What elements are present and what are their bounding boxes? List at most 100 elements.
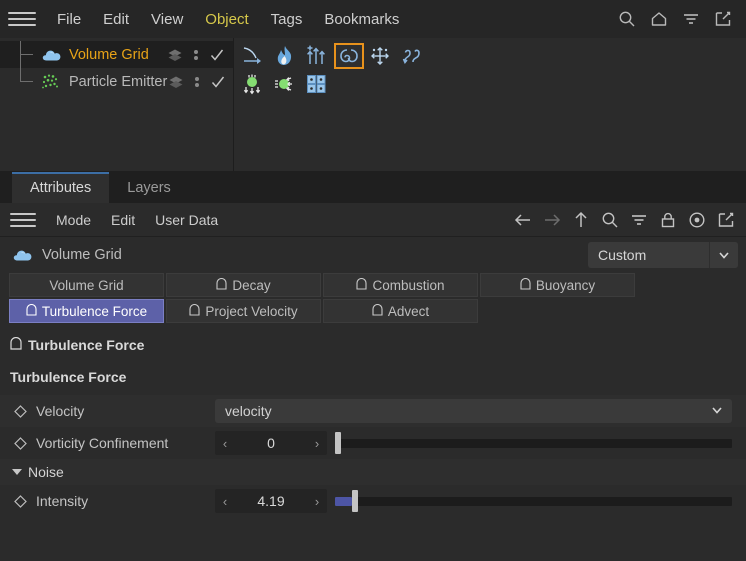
group-heading-row: Turbulence Force [0,361,746,395]
intensity-label: Intensity [30,493,215,509]
chevron-down-icon [710,403,724,420]
grid-tag-icon[interactable] [302,71,332,97]
section-heading-row: Turbulence Force [0,325,746,361]
group-heading: Turbulence Force [10,369,746,385]
lock-icon[interactable] [656,208,680,232]
attr-menu-mode[interactable]: Mode [46,210,101,230]
particle-icon [40,71,64,93]
checkmark-icon[interactable] [209,73,227,91]
vorticity-confinement-parameter-row: Vorticity Confinement ‹ 0 › [0,427,746,459]
object-tree: Volume Grid [0,38,234,171]
menu-item-edit[interactable]: Edit [92,8,140,31]
tag-arch-icon [216,278,227,293]
project-velocity-tag-icon[interactable] [398,43,428,69]
combustion-tag-icon[interactable] [270,43,300,69]
turbulence-force-tag-icon[interactable] [334,43,364,69]
tag-tab-label: Turbulence Force [42,304,147,319]
visibility-dots-icon[interactable] [188,73,206,91]
slider-knob[interactable] [335,432,341,454]
home-icon[interactable] [646,6,672,32]
checkmark-icon[interactable] [208,46,226,64]
keyframe-diamond-icon[interactable] [10,405,30,418]
tag-tab-label: Buoyancy [536,278,595,293]
intensity-value[interactable]: 4.19 [235,493,307,509]
intensity-slider[interactable] [335,489,732,513]
menu-item-object[interactable]: Object [194,8,259,31]
tag-tab-turbulence-force[interactable]: Turbulence Force [9,299,164,323]
menu-item-tags[interactable]: Tags [260,8,314,31]
external-link-icon[interactable] [710,6,736,32]
tab-layers[interactable]: Layers [109,174,189,203]
noise-group-header[interactable]: Noise [0,459,746,485]
object-row-particle-emitter[interactable]: Particle Emitter [0,68,233,95]
back-arrow-icon[interactable] [511,208,535,232]
tag-tab-project-velocity[interactable]: Project Velocity [166,299,321,323]
slider-knob[interactable] [352,490,358,512]
vorticity-confinement-stepper[interactable]: ‹ 0 › [215,431,327,455]
buoyancy-tag-icon[interactable] [302,43,332,69]
velocity-dropdown[interactable]: velocity [215,399,732,423]
tag-tab-decay[interactable]: Decay [166,273,321,297]
application-window: File Edit View Object Tags Bookmarks [0,0,746,561]
tag-arch-icon [189,304,200,319]
vorticity-confinement-value[interactable]: 0 [235,435,307,451]
slider-track [335,439,732,448]
target-icon[interactable] [685,208,709,232]
preset-value: Custom [588,242,709,268]
tag-tab-buoyancy[interactable]: Buoyancy [480,273,635,297]
slider-fill [335,497,352,506]
filter-icon[interactable] [627,208,651,232]
hamburger-menu-icon[interactable] [10,211,36,229]
wind-force-tag-icon[interactable] [270,71,300,97]
tag-tab-volume-grid[interactable]: Volume Grid [9,273,164,297]
decay-tag-icon[interactable] [238,43,268,69]
gravity-tag-icon[interactable] [238,71,268,97]
chevron-left-icon[interactable]: ‹ [215,436,235,451]
menu-item-view[interactable]: View [140,8,194,31]
menu-item-bookmarks[interactable]: Bookmarks [313,8,410,31]
tag-pane [234,38,746,171]
forward-arrow-icon[interactable] [540,208,564,232]
tag-tab-combustion[interactable]: Combustion [323,273,478,297]
search-icon[interactable] [614,6,640,32]
object-manager: Volume Grid [0,38,746,171]
layers-icon[interactable] [167,73,185,91]
chevron-down-icon [709,242,738,268]
visibility-dots-icon[interactable] [187,46,205,64]
tag-tab-group: Volume Grid Decay Combustion [0,273,746,323]
attr-menu-user-data[interactable]: User Data [145,210,228,230]
object-name-label: Particle Emitter [69,74,167,90]
search-icon[interactable] [598,208,622,232]
tag-tab-advect[interactable]: Advect [323,299,478,323]
intensity-stepper[interactable]: ‹ 4.19 › [215,489,327,513]
up-arrow-icon[interactable] [569,208,593,232]
cloud-icon [40,44,64,66]
velocity-parameter-row: Velocity velocity [0,395,746,427]
tree-connector-lines [6,41,40,68]
tag-tab-label: Decay [232,278,270,293]
keyframe-diamond-icon[interactable] [10,495,30,508]
layers-icon[interactable] [166,46,184,64]
preset-dropdown[interactable]: Custom [588,242,738,268]
advect-tag-icon[interactable] [366,43,396,69]
external-link-icon[interactable] [714,208,738,232]
attr-menu-edit[interactable]: Edit [101,210,145,230]
noise-group-label: Noise [28,464,64,480]
tag-arch-icon [372,304,383,319]
chevron-right-icon[interactable]: › [307,494,327,509]
object-row-volume-grid[interactable]: Volume Grid [0,41,233,68]
tree-connector-lines [6,68,40,95]
slider-track [335,497,732,506]
chevron-right-icon[interactable]: › [307,436,327,451]
filter-icon[interactable] [678,6,704,32]
triangle-down-icon [12,469,22,475]
vorticity-confinement-slider[interactable] [335,431,732,455]
chevron-left-icon[interactable]: ‹ [215,494,235,509]
menu-item-file[interactable]: File [46,8,92,31]
hamburger-menu-icon[interactable] [8,9,36,29]
intensity-parameter-row: Intensity ‹ 4.19 › [0,485,746,517]
cloud-icon [12,247,34,263]
tab-attributes[interactable]: Attributes [12,172,109,203]
keyframe-diamond-icon[interactable] [10,437,30,450]
page-title: Volume Grid [42,247,122,263]
